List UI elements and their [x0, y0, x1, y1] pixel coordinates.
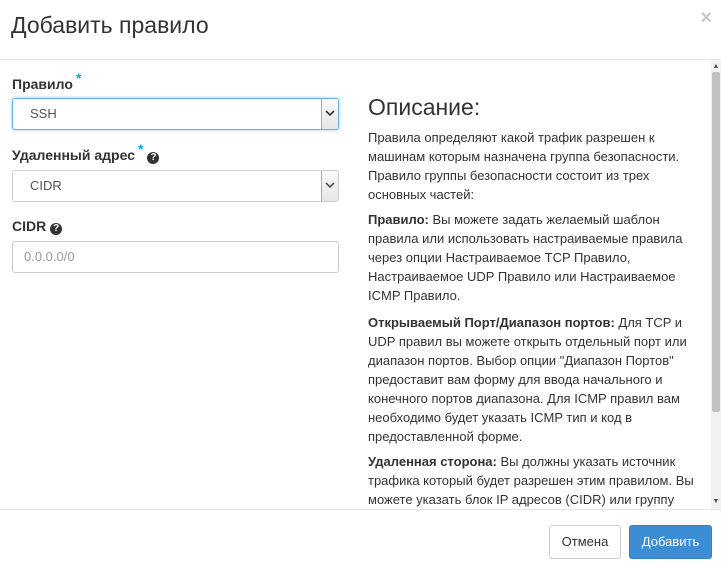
chevron-down-icon[interactable] — [321, 99, 338, 129]
rule-label: Правило * — [12, 70, 81, 92]
rule-select[interactable]: SSH — [12, 98, 339, 130]
scroll-down-icon[interactable]: ▼ — [711, 497, 721, 507]
dialog-footer: Отмена Добавить — [0, 509, 721, 566]
section-term: Удаленная сторона: — [368, 454, 497, 469]
rule-label-text: Правило — [12, 76, 73, 92]
close-icon[interactable]: × — [700, 8, 712, 28]
chevron-down-icon[interactable] — [321, 171, 338, 201]
required-mark: * — [75, 70, 82, 86]
description-title: Описание: — [368, 94, 481, 120]
description-section: Открываемый Порт/Диапазон портов: Для TC… — [368, 313, 698, 446]
add-button[interactable]: Добавить — [629, 525, 712, 559]
scroll-up-icon[interactable]: ▲ — [711, 62, 721, 72]
question-circle-icon[interactable]: ? — [147, 152, 160, 164]
dialog-title: Добавить правило — [11, 12, 209, 38]
remote-label: Удаленный адрес *? — [12, 141, 160, 164]
rule-select-value: SSH — [30, 106, 57, 121]
dialog-header: Добавить правило × — [0, 0, 721, 60]
section-term: Правило: — [368, 212, 429, 227]
cidr-label: CIDR? — [12, 218, 63, 235]
remote-label-text: Удаленный адрес — [12, 147, 135, 163]
scrollbar[interactable]: ▲ ▼ — [711, 60, 721, 509]
description-section: Правило: Вы можете задать желаемый шабло… — [368, 210, 698, 305]
cidr-label-text: CIDR — [12, 218, 47, 234]
description-intro: Правила определяют какой трафик разрешен… — [368, 130, 680, 202]
cidr-input[interactable]: 0.0.0.0/0 — [12, 241, 339, 273]
description-section: Удаленная сторона: Вы должны указать ист… — [368, 452, 698, 509]
section-term: Открываемый Порт/Диапазон портов: — [368, 315, 615, 330]
remote-select-value: CIDR — [30, 178, 62, 193]
cancel-button[interactable]: Отмена — [549, 525, 621, 559]
dialog-body: Правило * SSH Удаленный адрес *? CIDR CIDR… — [0, 60, 721, 509]
section-text: Для TCP и UDP правил вы можете открыть о… — [368, 315, 687, 444]
cidr-placeholder: 0.0.0.0/0 — [24, 249, 75, 264]
required-mark: * — [137, 141, 144, 157]
question-circle-icon[interactable]: ? — [50, 223, 63, 235]
remote-select[interactable]: CIDR — [12, 170, 339, 202]
scrollbar-thumb[interactable] — [712, 72, 720, 412]
